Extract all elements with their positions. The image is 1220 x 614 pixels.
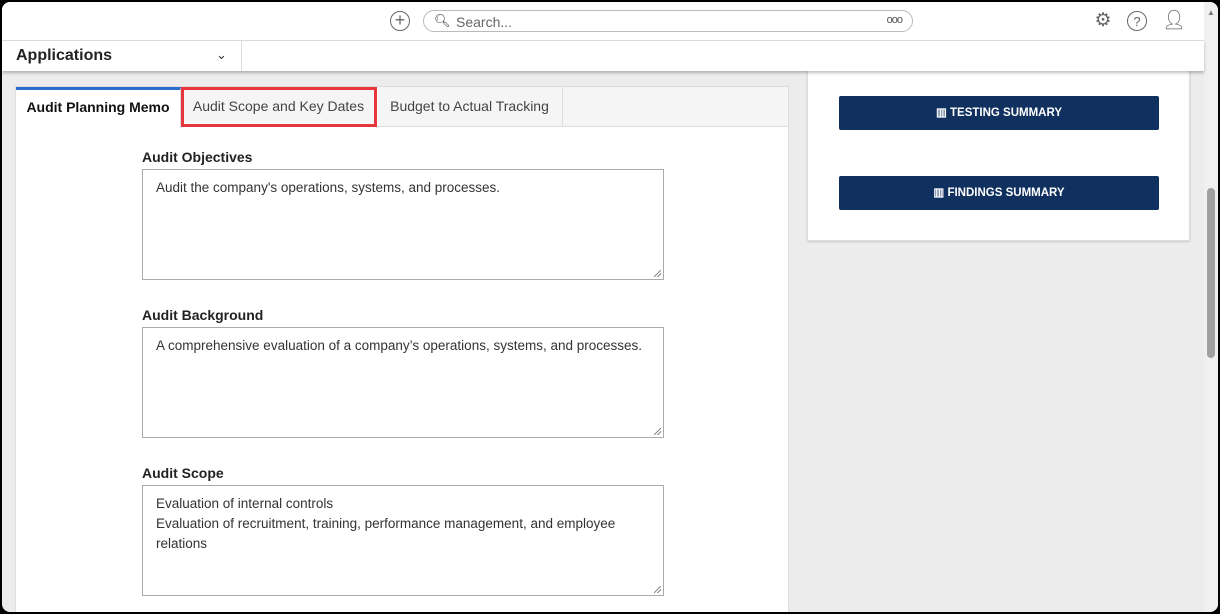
top-bar: + 🔍︎ Search... ooo ⚙ ? 👤︎ [2,2,1204,41]
bar-chart-icon: ▥ [935,107,951,119]
applications-dropdown[interactable]: Applications [16,47,112,65]
button-label: FINDINGS SUMMARY [947,187,1065,199]
app-window: + 🔍︎ Search... ooo ⚙ ? 👤︎ Applications ⌄… [2,2,1218,612]
summary-panel: ▥ TESTING SUMMARY ▥ FINDINGS SUMMARY [807,62,1190,241]
gear-icon[interactable]: ⚙ [1092,10,1114,32]
button-label: TESTING SUMMARY [950,107,1063,119]
tab-audit-planning-memo[interactable]: Audit Planning Memo [16,87,181,128]
testing-summary-button[interactable]: ▥ TESTING SUMMARY [839,96,1159,130]
form-panel: Audit Planning Memo Audit Scope and Key … [15,86,789,612]
field-label: Audit Objectives [142,149,253,165]
audit-scope-textarea[interactable]: Evaluation of internal controls Evaluati… [142,485,664,596]
applications-bar: Applications ⌄ [2,41,1204,71]
audit-background-textarea[interactable]: A comprehensive evaluation of a company’… [142,327,664,438]
search-placeholder: Search... [456,14,513,30]
add-icon[interactable]: + [390,11,410,31]
bar-chart-icon: ▥ [933,187,948,199]
scroll-up-icon[interactable]: ▲ [1207,8,1215,17]
tab-bar: Audit Planning Memo Audit Scope and Key … [16,87,788,128]
field-label: Audit Background [142,307,264,323]
tab-budget-tracking[interactable]: Budget to Actual Tracking [377,87,563,127]
findings-summary-button[interactable]: ▥ FINDINGS SUMMARY [839,176,1159,210]
tab-audit-scope-key-dates[interactable]: Audit Scope and Key Dates [181,87,377,127]
user-icon[interactable]: 👤︎ [1162,10,1186,32]
search-icon: 🔍︎ [434,13,451,28]
scrollbar[interactable]: ▲ [1204,2,1218,612]
search-input[interactable]: 🔍︎ Search... ooo [423,10,913,32]
field-label: Audit Scope [142,465,224,481]
chevron-down-icon[interactable]: ⌄ [216,47,227,63]
divider [241,41,242,71]
search-options-button[interactable]: ooo [887,14,903,26]
help-icon[interactable]: ? [1127,11,1147,31]
audit-objectives-textarea[interactable]: Audit the company's operations, systems,… [142,169,664,280]
scrollbar-thumb[interactable] [1207,188,1215,358]
